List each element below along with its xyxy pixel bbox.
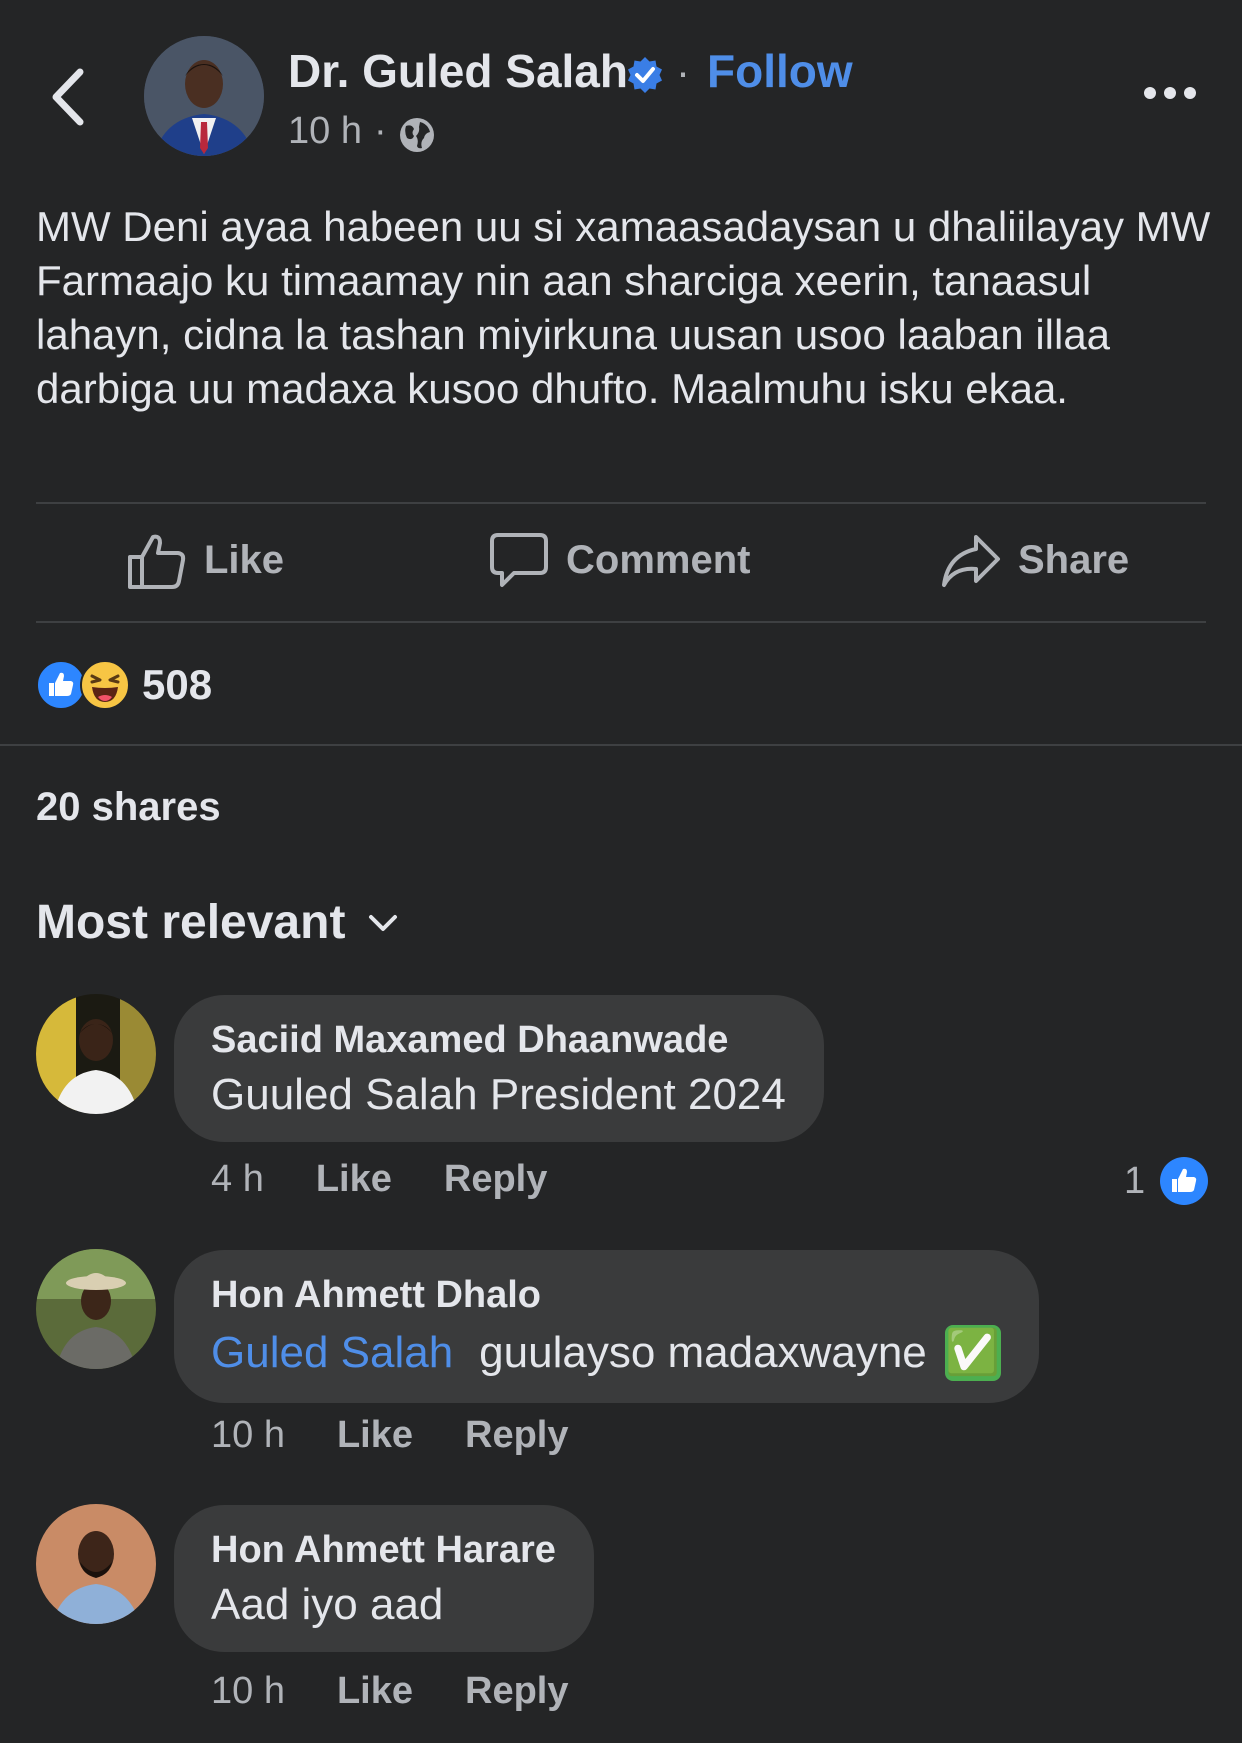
chevron-down-icon [369,914,398,931]
commenter-name[interactable]: Hon Ahmett Dhalo [211,1274,1001,1317]
comment-body: guulayso madaxwayne [479,1328,927,1377]
reactions-summary[interactable]: 508 [36,660,212,710]
comment-like-button[interactable]: Like [337,1670,413,1713]
shares-count[interactable]: 20 shares [36,785,221,830]
more-options-button[interactable] [1140,78,1200,108]
reaction-count: 508 [142,661,213,708]
mention-link[interactable]: Guled Salah [211,1328,453,1378]
dot-separator: · [374,110,387,152]
comment-meta: 4 h Like Reply [211,1158,547,1201]
comment-sort-dropdown[interactable]: Most relevant [36,895,403,950]
commenter-name[interactable]: Hon Ahmett Harare [211,1529,556,1572]
follow-button[interactable]: Follow [707,44,853,98]
commenter-name[interactable]: Saciid Maxamed Dhaanwade [211,1019,786,1062]
comment-time[interactable]: 4 h [211,1158,264,1201]
comment-reaction-count: 1 [1124,1159,1146,1202]
comment-like-button[interactable]: Like [337,1414,413,1457]
avatar-image [36,994,156,1114]
share-label: Share [1018,537,1130,582]
ellipsis-icon [1144,87,1196,99]
chevron-left-icon [52,68,84,126]
comment-bubble-icon [490,533,548,587]
comment-bubble: Saciid Maxamed Dhaanwade Guuled Salah Pr… [174,995,824,1142]
like-reaction-icon [1160,1157,1209,1205]
thumbs-up-icon [128,534,186,589]
comment-reaction-summary[interactable]: 1 [1124,1156,1209,1206]
divider [0,744,1242,746]
haha-reaction-icon [80,660,130,710]
divider [36,502,1206,504]
avatar-image [36,1249,156,1369]
like-button[interactable]: Like [126,525,284,595]
divider [36,621,1206,623]
back-button[interactable] [40,62,100,132]
dot-separator: · [676,48,690,95]
share-button[interactable]: Share [940,525,1129,595]
comment-body: Aad iyo aad [211,1580,444,1629]
verified-badge-icon [625,55,665,95]
comment-reply-button[interactable]: Reply [465,1670,568,1713]
share-arrow-icon [942,535,1000,587]
commenter-avatar[interactable] [36,1504,156,1624]
comment-button[interactable]: Comment [488,525,750,595]
globe-icon [398,116,436,154]
avatar-image [36,1504,156,1624]
like-label: Like [204,537,285,582]
comment-meta: 10 h Like Reply [211,1670,569,1713]
author-name[interactable]: Dr. Guled Salah [288,44,628,98]
sort-label: Most relevant [36,896,346,949]
post-text: MW Deni ayaa habeen uu si xamaasadaysan … [36,203,1211,412]
commenter-avatar[interactable] [36,1249,156,1369]
comment-text: Guled Salah guulayso madaxwayne ✅ [211,1325,1001,1381]
comment-time[interactable]: 10 h [211,1414,285,1457]
comment-reply-button[interactable]: Reply [465,1414,568,1457]
comment-label: Comment [566,537,751,582]
comment-text: Aad iyo aad [211,1580,556,1630]
comment-reply-button[interactable]: Reply [444,1158,547,1201]
comment-body: Guuled Salah President 2024 [211,1070,786,1119]
like-reaction-icon [36,660,86,710]
comment-bubble: Hon Ahmett Harare Aad iyo aad [174,1505,594,1652]
comment-meta: 10 h Like Reply [211,1414,569,1457]
check-mark-emoji-icon: ✅ [944,1325,1001,1381]
post-timestamp[interactable]: 10 h [288,110,362,153]
avatar-image [144,36,264,156]
comment-text: Guuled Salah President 2024 [211,1070,786,1120]
author-avatar[interactable] [144,36,264,156]
comment-bubble: Hon Ahmett Dhalo Guled Salah guulayso ma… [174,1250,1039,1403]
comment-time[interactable]: 10 h [211,1670,285,1713]
comment-like-button[interactable]: Like [316,1158,392,1201]
commenter-avatar[interactable] [36,994,156,1114]
